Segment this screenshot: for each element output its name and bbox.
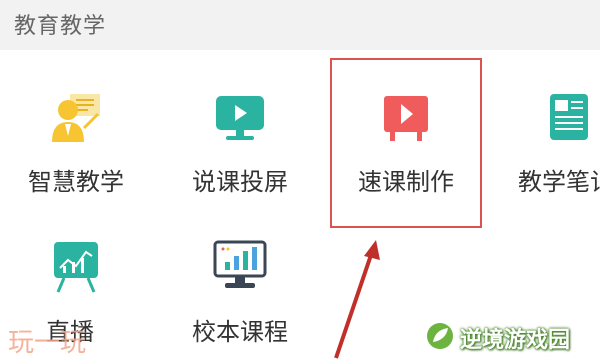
highlight-box bbox=[330, 58, 482, 228]
arrow-annotation bbox=[320, 230, 390, 364]
leaf-logo-icon bbox=[426, 322, 454, 350]
grid-item-lesson-cast[interactable]: 说课投屏 bbox=[170, 92, 310, 202]
grid-item-label: 校本课程 bbox=[192, 318, 288, 346]
teacher-icon bbox=[48, 92, 104, 148]
live-board-icon bbox=[50, 240, 102, 298]
section-header: 教育教学 bbox=[0, 0, 600, 50]
monitor-chart-icon bbox=[213, 240, 267, 296]
watermark-left: 玩一玩 bbox=[8, 328, 87, 358]
grid-item-school-course[interactable]: 校本课程 bbox=[170, 240, 310, 350]
grid-item-smart-teaching[interactable]: 智慧教学 bbox=[6, 92, 146, 202]
grid-item-label: 智慧教学 bbox=[28, 168, 124, 196]
notes-icon bbox=[546, 92, 594, 148]
screen-cast-icon bbox=[214, 92, 266, 148]
section-title: 教育教学 bbox=[14, 14, 107, 39]
grid-item-label: 教学笔记 bbox=[518, 168, 600, 196]
watermark-text: 逆境游戏园 bbox=[460, 328, 571, 353]
grid-item-teaching-notes[interactable]: 教学笔记 bbox=[500, 92, 600, 202]
watermark-right: 逆境游戏园 bbox=[420, 316, 600, 356]
grid-item-label: 说课投屏 bbox=[192, 168, 288, 196]
